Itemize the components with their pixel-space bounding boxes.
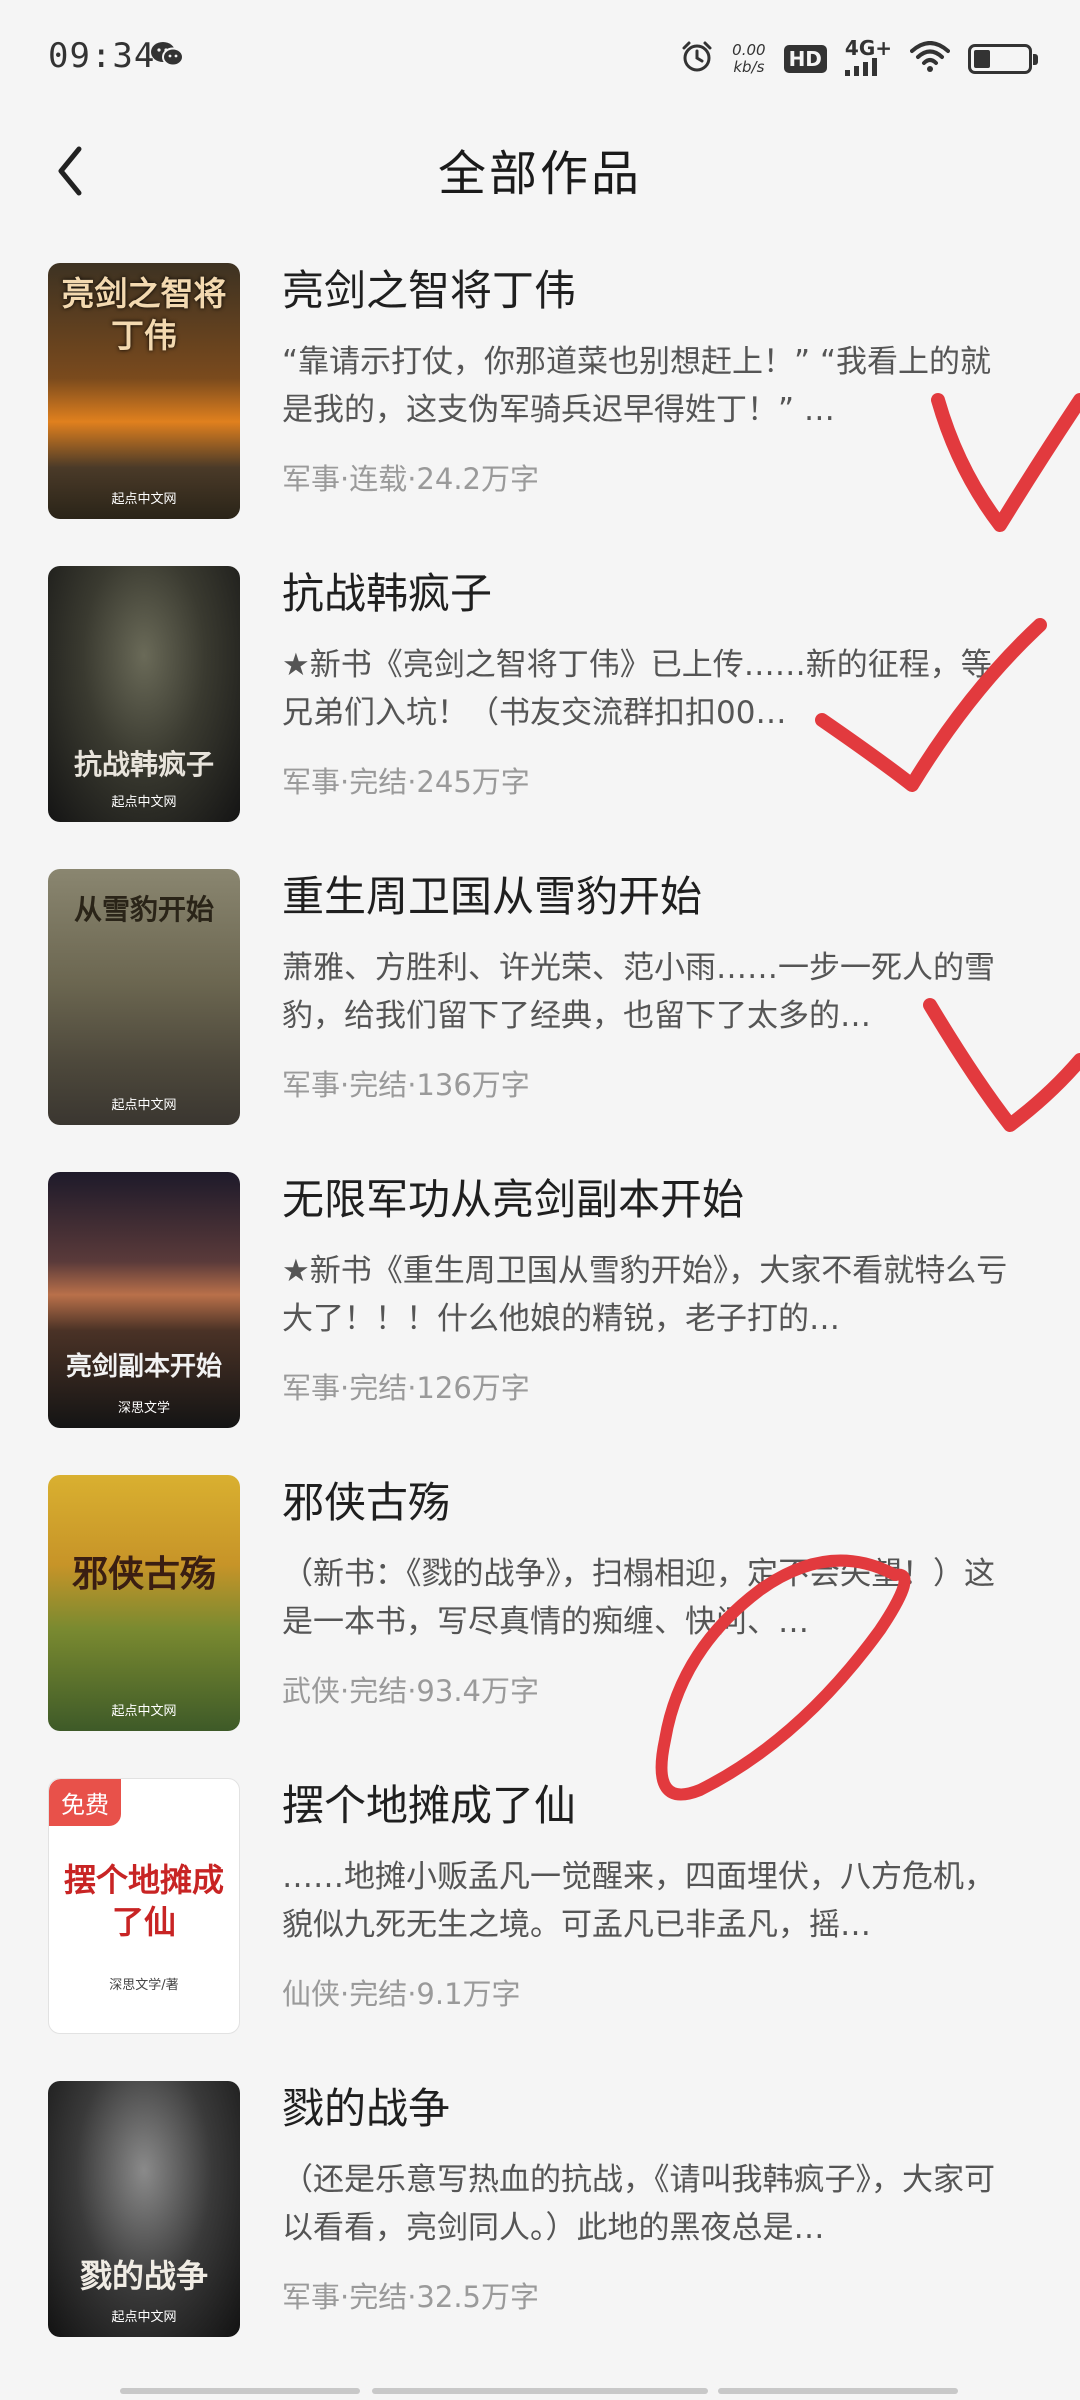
- hd-badge: HD: [783, 45, 827, 73]
- book-description: ★新书《亮剑之智将丁伟》已上传……新的征程，等兄弟们入坑！（书友交流群扣扣00…: [282, 647, 992, 731]
- cover-title: 亮剑之智将丁伟: [61, 274, 227, 355]
- book-item[interactable]: 抗战韩疯子 起点中文网 抗战韩疯子 ★新书《亮剑之智将丁伟》已上传……新的征程，…: [0, 561, 1080, 864]
- book-meta: 武侠·完结·93.4万字: [282, 1674, 540, 1708]
- cover-publisher: 深思文学: [117, 1401, 170, 1416]
- cover-title: 亮剑副本开始: [65, 1352, 222, 1382]
- book-description: ★新书《重生周卫国从雪豹开始》，大家不看就特么亏大了！！！什么他娘的精锐，老子打…: [282, 1253, 1008, 1337]
- page-title: 全部作品: [437, 146, 642, 202]
- book-description: ……地摊小贩孟凡一觉醒来，四面埋伏，八方危机，貌似九死无生之境。可孟凡已非孟凡，…: [282, 1859, 995, 1943]
- book-title: 重生周卫国从雪豹开始: [282, 872, 703, 921]
- signal-bars-icon: [844, 58, 881, 80]
- speed-value: 0.00: [732, 41, 766, 59]
- status-bar: 09:34 0.00 kb/s HD 4G+: [0, 0, 1080, 120]
- alarm-icon: [680, 40, 714, 78]
- cover-publisher: 起点中文网: [111, 2310, 177, 2325]
- book-title: 无限军功从亮剑副本开始: [282, 1175, 745, 1224]
- book-cover: 免费 摆个地摊成了仙 深思文学/著: [48, 1778, 240, 2034]
- book-meta: 军事·完结·126万字: [282, 1371, 530, 1405]
- book-item[interactable]: 免费 摆个地摊成了仙 深思文学/著 摆个地摊成了仙 ……地摊小贩孟凡一觉醒来，四…: [0, 1773, 1080, 2076]
- network-speed: 0.00 kb/s: [732, 42, 765, 76]
- book-meta: 军事·连载·24.2万字: [282, 462, 540, 496]
- book-title: 摆个地摊成了仙: [282, 1781, 577, 1830]
- book-cover: 抗战韩疯子 起点中文网: [48, 566, 240, 822]
- book-meta: 军事·完结·245万字: [282, 765, 530, 799]
- bottom-indicator: [372, 2388, 708, 2394]
- book-title: 戮的战争: [282, 2084, 451, 2133]
- speed-unit: kb/s: [733, 58, 765, 76]
- free-badge: 免费: [49, 1779, 121, 1826]
- book-item[interactable]: 戮的战争 起点中文网 戮的战争 （还是乐意写热血的抗战，《请叫我韩疯子》，大家可…: [0, 2076, 1080, 2379]
- cover-title: 邪侠古殇: [71, 1553, 216, 1595]
- cover-publisher: 起点中文网: [111, 492, 177, 507]
- book-item[interactable]: 亮剑副本开始 深思文学 无限军功从亮剑副本开始 ★新书《重生周卫国从雪豹开始》，…: [0, 1167, 1080, 1470]
- book-meta: 仙侠·完结·9.1万字: [282, 1977, 521, 2011]
- cover-title: 摆个地摊成了仙: [63, 1861, 224, 1941]
- book-cover: 戮的战争 起点中文网: [48, 2081, 240, 2337]
- cover-title: 抗战韩疯子: [73, 748, 214, 781]
- book-item[interactable]: 邪侠古殇 起点中文网 邪侠古殇 （新书：《戮的战争》，扫榻相迎，定不会失望！）这…: [0, 1470, 1080, 1773]
- cover-publisher: 起点中文网: [111, 1098, 177, 1113]
- cover-publisher: 起点中文网: [111, 795, 177, 810]
- book-cover: 亮剑副本开始 深思文学: [48, 1172, 240, 1428]
- battery-icon: [968, 44, 1038, 74]
- book-cover: 从雪豹开始 起点中文网: [48, 869, 240, 1125]
- book-description: （新书：《戮的战争》，扫榻相迎，定不会失望！）这是一本书，写尽真情的痴缠、快问、…: [282, 1556, 995, 1640]
- book-meta: 军事·完结·32.5万字: [282, 2280, 540, 2314]
- status-time: 09:34: [48, 36, 156, 76]
- book-item[interactable]: 从雪豹开始 起点中文网 重生周卫国从雪豹开始 萧雅、方胜利、许光荣、范小雨……一…: [0, 864, 1080, 1167]
- book-item[interactable]: 亮剑之智将丁伟 起点中文网 亮剑之智将丁伟 “靠请示打仗，你那道菜也别想赶上！”…: [0, 258, 1080, 561]
- cellular-signal: 4G+: [844, 36, 892, 80]
- book-description: 萧雅、方胜利、许光荣、范小雨……一步一死人的雪豹，给我们留下了经典，也留下了太多…: [282, 950, 995, 1034]
- book-description: （还是乐意写热血的抗战，《请叫我韩疯子》，大家可以看看，亮剑同人。）此地的黑夜总…: [282, 2162, 995, 2246]
- book-title: 邪侠古殇: [282, 1478, 451, 1527]
- book-cover: 亮剑之智将丁伟 起点中文网: [48, 263, 240, 519]
- book-list: 亮剑之智将丁伟 起点中文网 亮剑之智将丁伟 “靠请示打仗，你那道菜也别想赶上！”…: [0, 258, 1080, 2379]
- book-title: 抗战韩疯子: [282, 569, 493, 618]
- network-type: 4G+: [844, 36, 892, 60]
- app-header: 全部作品: [0, 120, 1080, 220]
- book-title: 亮剑之智将丁伟: [282, 266, 577, 315]
- wechat-icon: [150, 40, 184, 72]
- wifi-icon: [910, 41, 950, 77]
- bottom-indicator: [120, 2388, 360, 2394]
- cover-title: 戮的战争: [79, 2257, 208, 2295]
- book-cover: 邪侠古殇 起点中文网: [48, 1475, 240, 1731]
- cover-title: 从雪豹开始: [73, 893, 214, 926]
- cover-publisher: 起点中文网: [111, 1704, 177, 1719]
- bottom-indicator: [718, 2388, 958, 2394]
- cover-publisher: 深思文学/著: [109, 1978, 179, 1993]
- book-meta: 军事·完结·136万字: [282, 1068, 530, 1102]
- book-description: “靠请示打仗，你那道菜也别想赶上！” “我看上的就是我的，这支伪军骑兵迟早得姓丁…: [282, 344, 992, 428]
